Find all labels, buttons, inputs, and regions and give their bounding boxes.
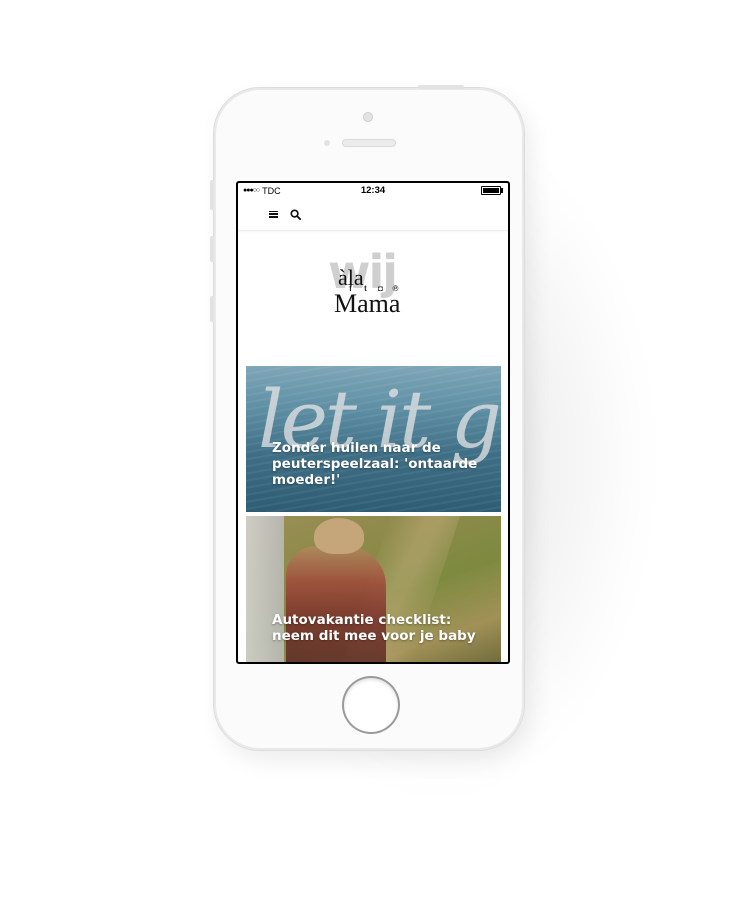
pinterest-icon[interactable]: ℗: [391, 284, 400, 293]
volume-up-button: [210, 236, 214, 262]
facebook-icon[interactable]: f: [346, 284, 355, 293]
social-links: f t ◘ ℗: [238, 284, 508, 293]
carrier-info: ●●●○○ TDC: [243, 186, 281, 196]
status-bar: ●●●○○ TDC 12:34: [238, 183, 508, 198]
top-navbar: [238, 198, 508, 231]
article-card[interactable]: let it go. Zonder huilen naar de peuters…: [246, 366, 501, 512]
battery-icon: [481, 186, 503, 195]
carrier-name: TDC: [262, 185, 281, 196]
power-button: [418, 85, 464, 89]
twitter-icon[interactable]: t: [361, 284, 370, 293]
proximity-sensor: [324, 140, 330, 146]
front-camera: [363, 112, 373, 122]
logo-line-2: Mama: [334, 289, 401, 318]
mute-switch: [210, 180, 214, 210]
earpiece-speaker: [342, 139, 396, 147]
article-title[interactable]: Zonder huilen naar de peuterspeelzaal: '…: [272, 440, 489, 488]
logo-area: wij àla Mama: [238, 231, 508, 326]
person-image: [286, 546, 386, 662]
hat-image: [314, 518, 364, 554]
search-icon[interactable]: [290, 208, 301, 220]
phone-screen: ●●●○○ TDC 12:34 wij àla Mama f t ◘ ℗ let…: [236, 181, 510, 664]
volume-down-button: [210, 296, 214, 322]
article-title[interactable]: Autovakantie checklist: neem dit mee voo…: [272, 612, 489, 644]
signal-strength-icon: ●●●○○: [243, 187, 260, 194]
article-card[interactable]: Autovakantie checklist: neem dit mee voo…: [246, 516, 501, 662]
instagram-icon[interactable]: ◘: [376, 284, 385, 293]
home-button: [344, 678, 398, 732]
hamburger-icon[interactable]: [269, 210, 278, 218]
